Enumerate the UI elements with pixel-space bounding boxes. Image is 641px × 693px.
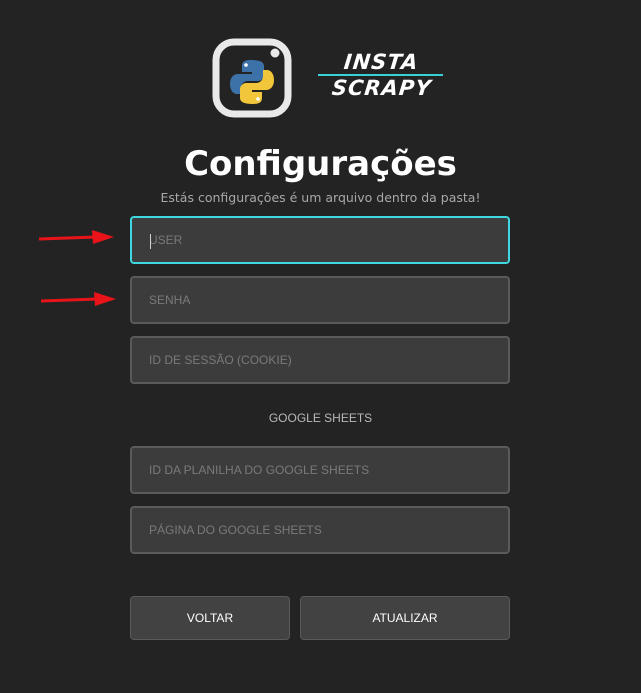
brand-wordmark: INSTA SCRAPY — [318, 48, 444, 104]
brand-line-insta: INSTA — [342, 50, 420, 74]
red-arrow-icon — [38, 230, 114, 244]
update-button-label: ATUALIZAR — [372, 611, 438, 625]
back-button-label: VOLTAR — [186, 611, 234, 625]
google-sheets-section-label: GOOGLE SHEETS — [268, 411, 373, 425]
page-subtitle: Estás configurações é um arquivo dentro … — [160, 190, 481, 205]
password-input[interactable] — [130, 276, 510, 324]
python-logo — [212, 38, 292, 118]
brand-line-scrapy: SCRAPY — [330, 76, 433, 100]
session-id-input[interactable] — [130, 336, 510, 384]
text-caret — [150, 234, 151, 249]
page-title: Configurações — [184, 144, 457, 184]
user-input[interactable] — [130, 216, 510, 264]
back-button[interactable]: VOLTAR — [130, 596, 290, 640]
sheet-page-input[interactable] — [130, 506, 510, 554]
update-button[interactable]: ATUALIZAR — [300, 596, 510, 640]
python-icon — [212, 38, 292, 118]
red-arrow-icon — [40, 292, 116, 306]
sheet-id-input[interactable] — [130, 446, 510, 494]
